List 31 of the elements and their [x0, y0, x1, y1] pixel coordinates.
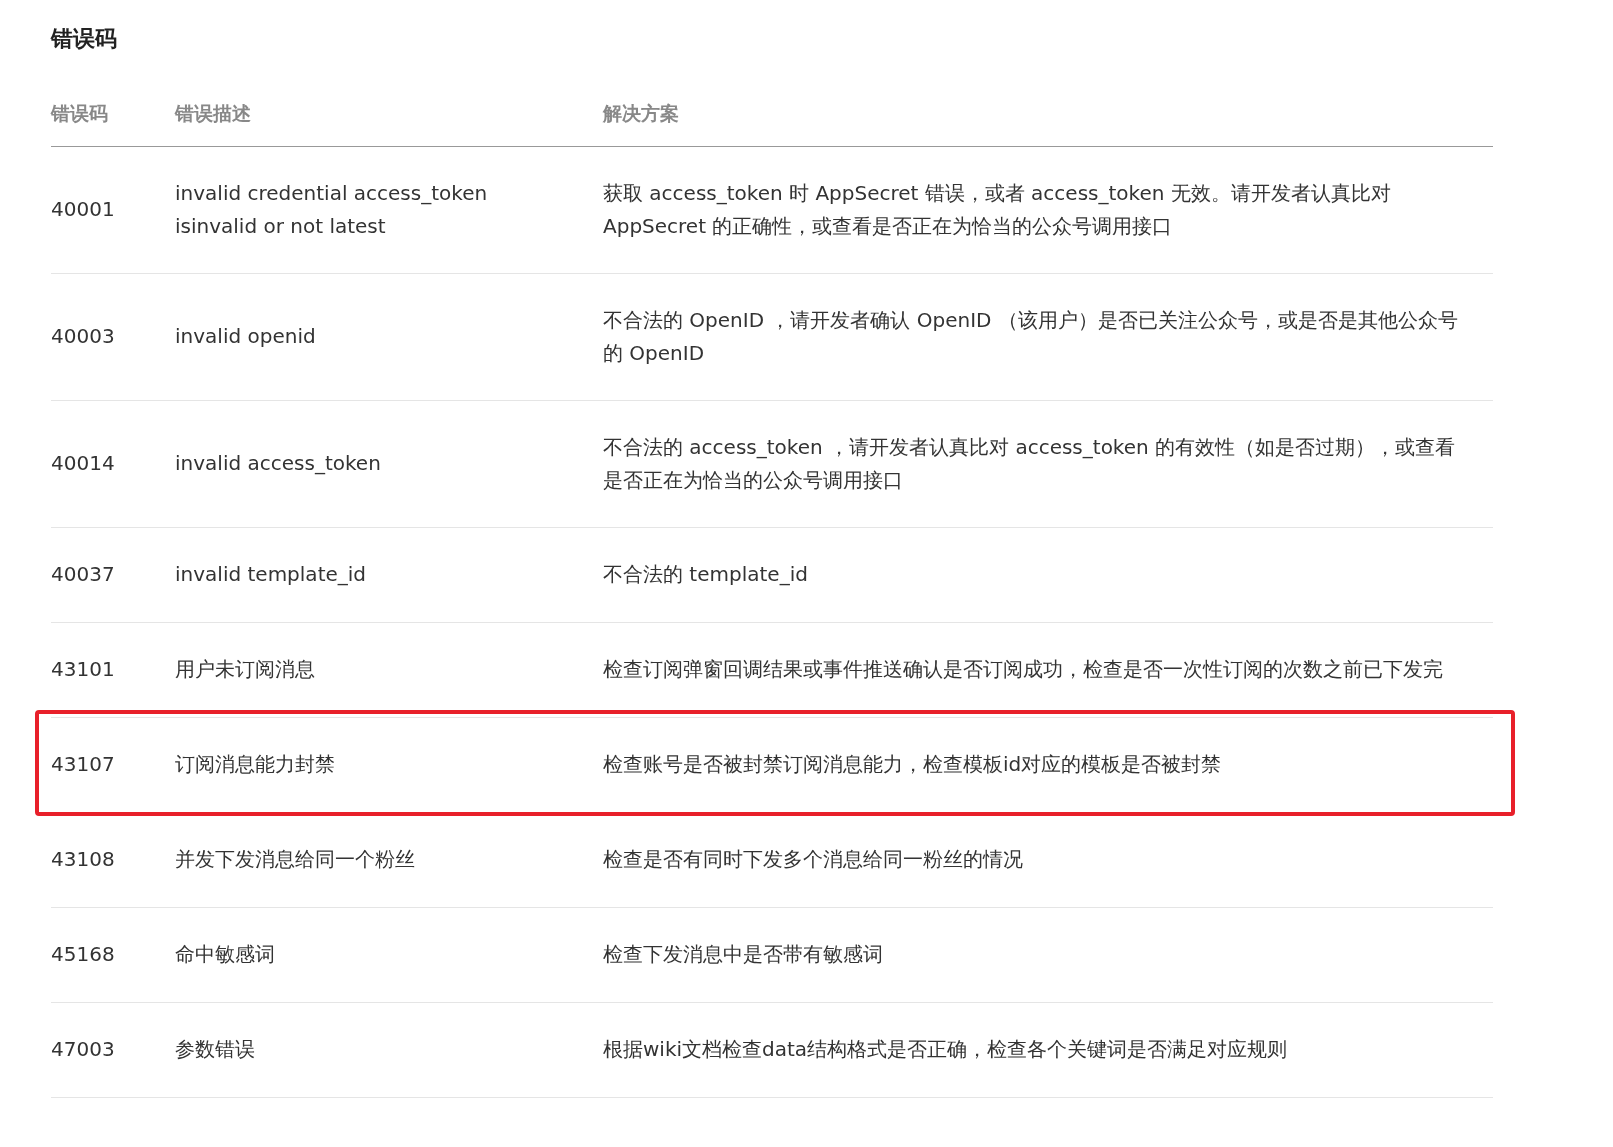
table-cell-text: 并发下发消息给同一个粉丝 [175, 846, 416, 873]
column-header: 解决方案 [603, 101, 680, 126]
table-cell-text: 命中敏感词 [175, 941, 276, 968]
table-cell-text: invalid template_id [175, 561, 368, 588]
table-cell-text: 40001 [51, 196, 116, 223]
table-cell-text: 45168 [51, 941, 116, 968]
table-cell-text: 用户未订阅消息 [175, 656, 316, 683]
table-cell-text: 订阅消息能力封禁 [175, 751, 336, 778]
column-header: 错误描述 [175, 101, 252, 126]
table-cell-text: 43101 [51, 656, 116, 683]
table-cell-text: 47003 [51, 1036, 116, 1063]
table-cell-text: 获取 access_token 时 AppSecret 错误，或者 access_token 无效。请开发者认真比对 AppSecret 的正确性，或查看是否正在为恰当的公众号调用接口 [603, 179, 1392, 240]
table-cell-text: invalid access_token [175, 450, 382, 477]
column-header: 错误码 [51, 101, 109, 126]
table-cell-text: 参数错误 [175, 1036, 256, 1063]
table-cell-text: 不合法的 access_token ，请开发者认真比对 access_token 的有效性（如是否过期），或查看是否正在为恰当的公众号调用接口 [603, 433, 1457, 494]
table-cell-text: invalid openid [175, 323, 317, 350]
table-cell-text: 40003 [51, 323, 116, 350]
table-cell-text: invalid credential access_token isinvalid or not latest [175, 179, 489, 240]
section-title: 错误码 [51, 25, 118, 53]
table-cell-text: 40014 [51, 450, 116, 477]
table-cell-text: 检查账号是否被封禁订阅消息能力，检查模板id对应的模板是否被封禁 [603, 751, 1223, 778]
table-cell-text: 43108 [51, 846, 116, 873]
table-cell-text: 检查是否有同时下发多个消息给同一粉丝的情况 [603, 846, 1024, 873]
table-cell-text: 检查订阅弹窗回调结果或事件推送确认是否订阅成功，检查是否一次性订阅的次数之前已下发完 [603, 656, 1444, 683]
table-cell-text: 根据wiki文档检查data结构格式是否正确，检查各个关键词是否满足对应规则 [603, 1036, 1289, 1063]
table-cell-text: 检查下发消息中是否带有敏感词 [603, 941, 884, 968]
table-cell-text: 40037 [51, 561, 116, 588]
table-cell-text: 不合法的 OpenID ，请开发者确认 OpenID （该用户）是否已关注公众号，或是否是其他公众号的 OpenID [603, 306, 1459, 367]
table-cell-text: 43107 [51, 751, 116, 778]
table-cell-text: 不合法的 template_id [603, 561, 809, 588]
